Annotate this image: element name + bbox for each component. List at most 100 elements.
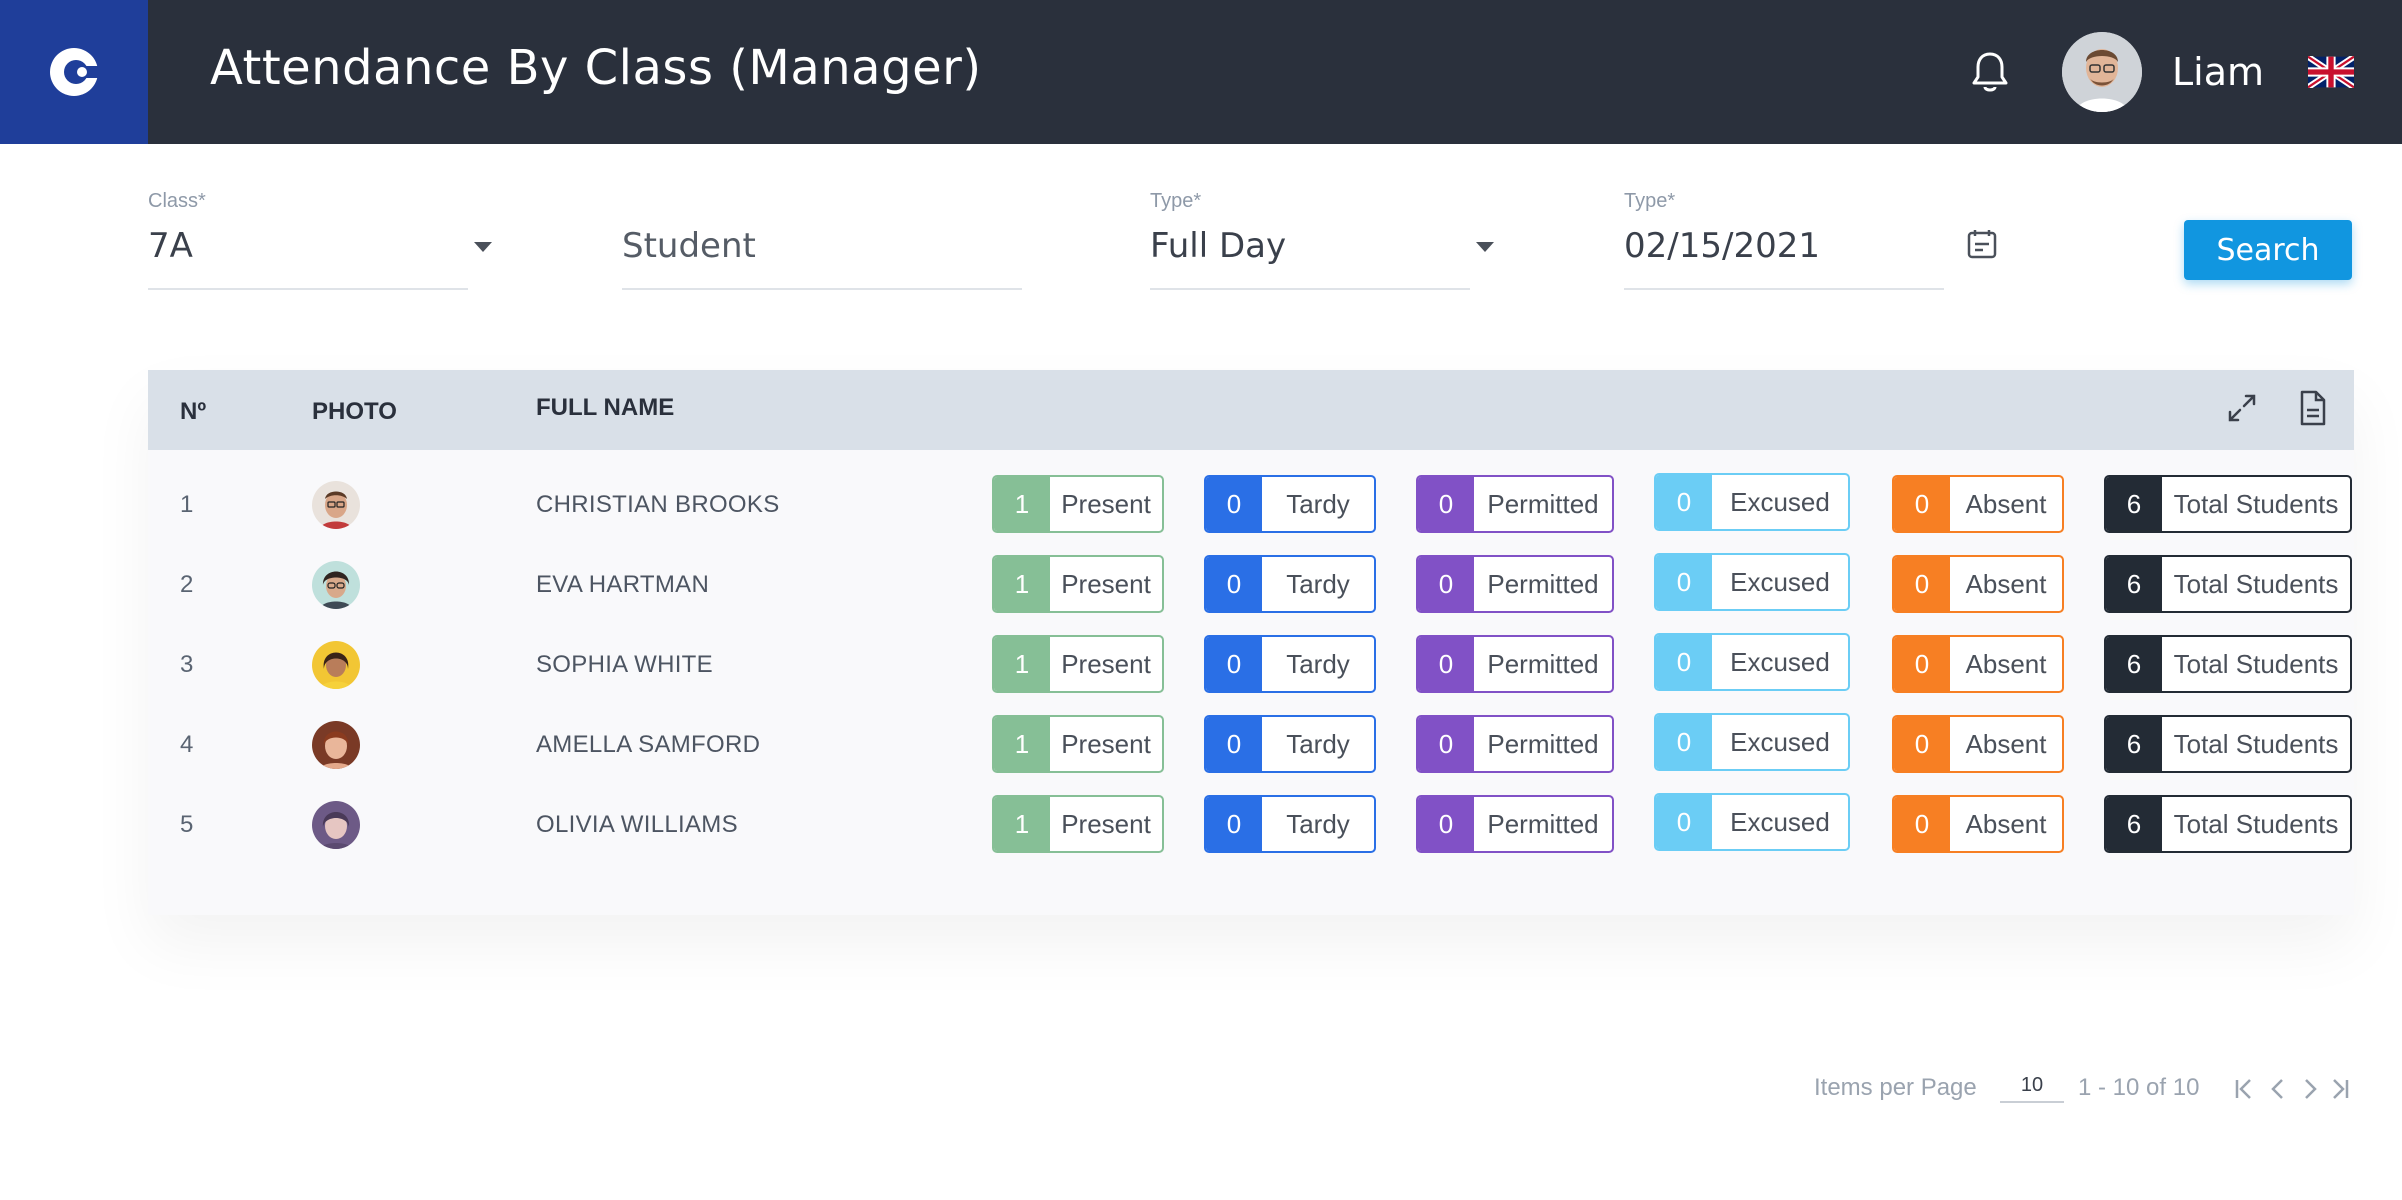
absent-count: 0 [1894, 637, 1950, 691]
type-select[interactable]: Type* Full Day [1150, 190, 1494, 290]
class-select[interactable]: Class* 7A [148, 190, 492, 290]
table-row[interactable]: 2 EVA HARTMAN 1 Present 0 Tardy 0 Permitted… [148, 549, 2354, 629]
absent-label: Absent [1965, 488, 2047, 519]
tardy-count: 0 [1206, 717, 1262, 771]
student-photo [312, 801, 360, 849]
excused-badge[interactable]: 0 Excused [1654, 633, 1850, 691]
permitted-label: Permitted [1487, 568, 1599, 599]
tardy-badge[interactable]: 0 Tardy [1204, 795, 1376, 853]
absent-label: Absent [1965, 648, 2047, 679]
app-logo[interactable] [0, 0, 148, 144]
tardy-count: 0 [1206, 797, 1262, 851]
total-students-badge[interactable]: 6 Total Students [2104, 555, 2352, 613]
student-photo [312, 721, 360, 769]
permitted-label: Permitted [1487, 648, 1599, 679]
table-row[interactable]: 4 AMELLA SAMFORD 1 Present 0 Tardy 0 Permit… [148, 709, 2354, 789]
present-badge[interactable]: 1 Present [992, 715, 1164, 773]
excused-badge[interactable]: 0 Excused [1654, 713, 1850, 771]
total-students-badge[interactable]: 6 Total Students [2104, 475, 2352, 533]
total-students-badge[interactable]: 6 Total Students [2104, 715, 2352, 773]
absent-badge[interactable]: 0 Absent [1892, 715, 2064, 773]
excused-badge[interactable]: 0 Excused [1654, 793, 1850, 851]
absent-badge[interactable]: 0 Absent [1892, 475, 2064, 533]
chevron-down-icon[interactable] [474, 242, 492, 252]
chevron-down-icon[interactable] [1476, 242, 1494, 252]
date-label: Type* [1624, 190, 1676, 212]
excused-label: Excused [1730, 486, 1830, 517]
permitted-count: 0 [1418, 477, 1474, 531]
permitted-badge[interactable]: 0 Permitted [1416, 555, 1614, 613]
absent-badge[interactable]: 0 Absent [1892, 795, 2064, 853]
previous-page-icon[interactable] [2266, 1076, 2290, 1102]
permitted-badge[interactable]: 0 Permitted [1416, 475, 1614, 533]
row-number: 1 [180, 491, 194, 518]
present-label: Present [1061, 728, 1151, 759]
tardy-badge[interactable]: 0 Tardy [1204, 715, 1376, 773]
table-row[interactable]: 1 CHRISTIAN BROOKS 1 Present 0 Tardy 0 Perm… [148, 469, 2354, 549]
absent-badge[interactable]: 0 Absent [1892, 635, 2064, 693]
total-count: 6 [2106, 637, 2162, 691]
permitted-count: 0 [1418, 557, 1474, 611]
total-label: Total Students [2173, 648, 2339, 679]
tardy-label: Tardy [1286, 488, 1350, 519]
table-row[interactable]: 3 SOPHIA WHITE 1 Present 0 Tardy 0 Permitte… [148, 629, 2354, 709]
tardy-badge[interactable]: 0 Tardy [1204, 475, 1376, 533]
student-name: SOPHIA WHITE [536, 651, 713, 678]
student-input[interactable]: Student [622, 190, 1022, 290]
present-badge[interactable]: 1 Present [992, 635, 1164, 693]
permitted-badge[interactable]: 0 Permitted [1416, 635, 1614, 693]
excused-count: 0 [1656, 795, 1712, 849]
row-number: 2 [180, 571, 194, 598]
user-avatar[interactable] [2062, 32, 2142, 112]
excused-badge[interactable]: 0 Excused [1654, 473, 1850, 531]
present-badge[interactable]: 1 Present [992, 475, 1164, 533]
total-students-badge[interactable]: 6 Total Students [2104, 635, 2352, 693]
absent-count: 0 [1894, 797, 1950, 851]
absent-count: 0 [1894, 477, 1950, 531]
total-label: Total Students [2173, 808, 2339, 839]
date-input[interactable]: Type* 02/15/2021 [1624, 190, 1944, 290]
absent-badge[interactable]: 0 Absent [1892, 555, 2064, 613]
tardy-count: 0 [1206, 477, 1262, 531]
row-number: 3 [180, 651, 194, 678]
present-label: Present [1061, 568, 1151, 599]
table-row[interactable]: 5 OLIVIA WILLIAMS 1 Present 0 Tardy 0 Permi… [148, 789, 2354, 869]
search-button[interactable]: Search [2184, 220, 2352, 280]
tardy-badge[interactable]: 0 Tardy [1204, 635, 1376, 693]
column-header-full-name: FULL NAME [536, 394, 675, 421]
total-count: 6 [2106, 557, 2162, 611]
student-name: OLIVIA WILLIAMS [536, 811, 738, 838]
total-count: 6 [2106, 797, 2162, 851]
calendar-icon[interactable] [1966, 228, 1998, 260]
permitted-badge[interactable]: 0 Permitted [1416, 795, 1614, 853]
excused-badge[interactable]: 0 Excused [1654, 553, 1850, 611]
total-label: Total Students [2173, 728, 2339, 759]
bell-icon[interactable] [1964, 46, 2016, 98]
permitted-badge[interactable]: 0 Permitted [1416, 715, 1614, 773]
absent-label: Absent [1965, 568, 2047, 599]
page-title: Attendance By Class (Manager) [210, 40, 982, 96]
next-page-icon[interactable] [2298, 1076, 2322, 1102]
tardy-count: 0 [1206, 557, 1262, 611]
document-export-icon[interactable] [2292, 388, 2332, 428]
absent-count: 0 [1894, 557, 1950, 611]
excused-label: Excused [1730, 566, 1830, 597]
permitted-count: 0 [1418, 797, 1474, 851]
expand-icon[interactable] [2222, 388, 2262, 428]
date-value: 02/15/2021 [1624, 226, 1820, 266]
permitted-label: Permitted [1487, 728, 1599, 759]
permitted-label: Permitted [1487, 808, 1599, 839]
items-per-page-select[interactable]: 10 [2000, 1074, 2064, 1103]
tardy-badge[interactable]: 0 Tardy [1204, 555, 1376, 613]
first-page-icon[interactable] [2232, 1076, 2256, 1102]
present-badge[interactable]: 1 Present [992, 795, 1164, 853]
total-label: Total Students [2173, 568, 2339, 599]
uk-flag-icon[interactable] [2308, 56, 2354, 88]
tardy-label: Tardy [1286, 568, 1350, 599]
user-name[interactable]: Liam [2172, 50, 2264, 94]
tardy-label: Tardy [1286, 728, 1350, 759]
total-students-badge[interactable]: 6 Total Students [2104, 795, 2352, 853]
student-name: EVA HARTMAN [536, 571, 710, 598]
last-page-icon[interactable] [2328, 1076, 2352, 1102]
present-badge[interactable]: 1 Present [992, 555, 1164, 613]
